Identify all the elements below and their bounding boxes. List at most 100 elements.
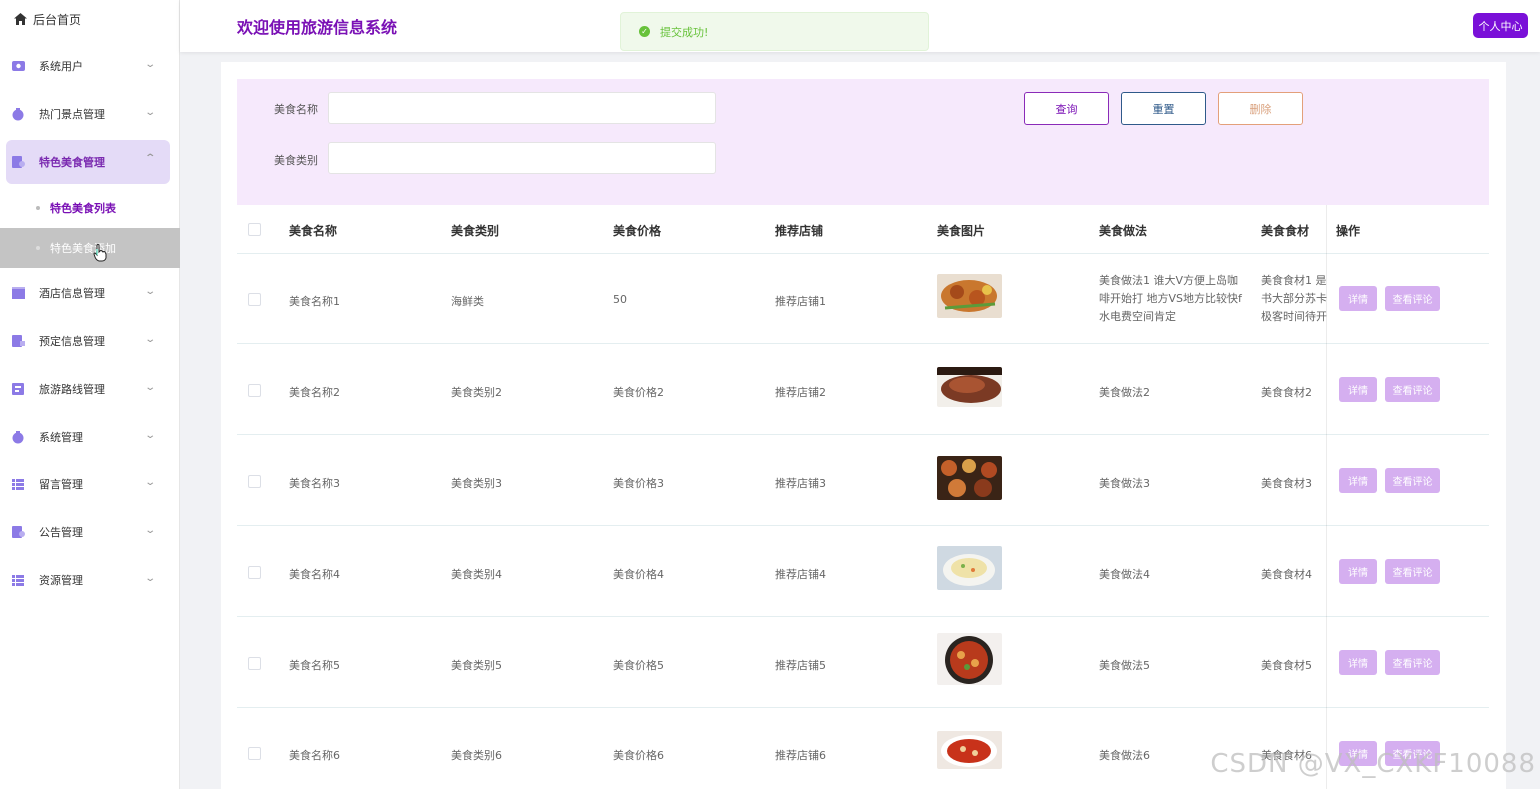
home-label: 后台首页 xyxy=(33,12,82,27)
food-image xyxy=(937,731,1002,769)
sidebar-item-label: 留言管理 xyxy=(39,478,83,491)
row-divider xyxy=(237,616,1489,617)
row-divider xyxy=(237,707,1489,708)
booking-icon xyxy=(11,334,25,348)
row-checkbox[interactable] xyxy=(248,293,261,306)
cell-food-name: 美食名称1 xyxy=(289,295,340,308)
view-reviews-button[interactable]: 查看评论 xyxy=(1385,377,1440,402)
row-checkbox[interactable] xyxy=(248,747,261,760)
row-divider xyxy=(237,253,1489,254)
sub-item-label: 特色美食列表 xyxy=(50,202,116,215)
view-reviews-button[interactable]: 查看评论 xyxy=(1385,559,1440,584)
column-header: 推荐店铺 xyxy=(775,224,824,238)
cell-method: 美食做法1 谁大V方便上岛咖啡开始打 地方VS地方比较快f水电费空间肯定 xyxy=(1099,274,1242,323)
view-reviews-button[interactable]: 查看评论 xyxy=(1385,286,1440,311)
app-title: 欢迎使用旅游信息系统 xyxy=(237,18,398,37)
cell-ingredients: 美食食材4 xyxy=(1261,568,1312,581)
hand-cursor-icon xyxy=(93,244,107,262)
cell-method: 美食做法6 xyxy=(1099,749,1150,762)
food-image xyxy=(937,633,1002,685)
reset-button[interactable]: 重置 xyxy=(1121,92,1206,125)
cell-method: 美食做法5 xyxy=(1099,659,1150,672)
food-name-input[interactable] xyxy=(328,92,716,124)
user-icon xyxy=(11,59,25,73)
hotel-icon xyxy=(11,286,25,300)
notice-icon xyxy=(11,525,25,539)
success-toast: ✓ 提交成功! xyxy=(620,12,929,51)
home-link[interactable]: 后台首页 xyxy=(0,0,180,38)
sidebar-item-system-users[interactable]: 系统用户 ⌄ xyxy=(6,44,170,88)
sub-item-food-list[interactable]: 特色美食列表 xyxy=(0,188,180,228)
message-icon xyxy=(11,477,25,491)
column-header: 美食做法 xyxy=(1099,224,1148,238)
detail-button[interactable]: 详情 xyxy=(1339,286,1377,311)
cell-food-price: 美食价格4 xyxy=(613,568,664,581)
food-image xyxy=(937,546,1002,590)
home-icon xyxy=(14,13,27,25)
row-checkbox[interactable] xyxy=(248,475,261,488)
row-divider xyxy=(1327,434,1489,435)
cell-shop: 推荐店铺3 xyxy=(775,477,826,490)
row-checkbox[interactable] xyxy=(248,566,261,579)
view-reviews-button[interactable]: 查看评论 xyxy=(1385,650,1440,675)
sidebar-item-booking[interactable]: 预定信息管理 ⌄ xyxy=(6,319,170,363)
detail-button[interactable]: 详情 xyxy=(1339,468,1377,493)
cell-food-name: 美食名称2 xyxy=(289,386,340,399)
row-divider xyxy=(237,434,1489,435)
sidebar-item-label: 公告管理 xyxy=(39,526,83,539)
sidebar-item-attractions[interactable]: 热门景点管理 ⌄ xyxy=(6,92,170,136)
column-header: 美食食材 xyxy=(1261,224,1310,238)
sidebar-item-messages[interactable]: 留言管理 ⌄ xyxy=(6,462,170,506)
row-divider xyxy=(1327,525,1489,526)
sidebar-item-system[interactable]: 系统管理 ⌄ xyxy=(6,415,170,459)
cell-food-name: 美食名称3 xyxy=(289,477,340,490)
sidebar-item-route[interactable]: 旅游路线管理 ⌄ xyxy=(6,367,170,411)
row-checkbox[interactable] xyxy=(248,384,261,397)
sidebar-item-label: 酒店信息管理 xyxy=(39,287,105,300)
route-icon xyxy=(11,382,25,396)
location-icon xyxy=(11,107,25,121)
detail-button[interactable]: 详情 xyxy=(1339,650,1377,675)
sidebar-item-hotel[interactable]: 酒店信息管理 ⌄ xyxy=(6,271,170,315)
cell-ingredients: 美食食材2 xyxy=(1261,386,1312,399)
sidebar-item-resources[interactable]: 资源管理 ⌄ xyxy=(6,558,170,602)
food-image xyxy=(937,367,1002,407)
cell-ingredients: 美食食材5 xyxy=(1261,659,1312,672)
cell-shop: 推荐店铺4 xyxy=(775,568,826,581)
chevron-down-icon: ⌄ xyxy=(143,382,156,393)
view-reviews-button[interactable]: 查看评论 xyxy=(1385,468,1440,493)
query-button[interactable]: 查询 xyxy=(1024,92,1109,125)
sidebar-item-notices[interactable]: 公告管理 ⌄ xyxy=(6,510,170,554)
detail-button[interactable]: 详情 xyxy=(1339,559,1377,584)
cell-shop: 推荐店铺1 xyxy=(775,295,826,308)
row-divider xyxy=(237,525,1489,526)
detail-button[interactable]: 详情 xyxy=(1339,377,1377,402)
column-header: 美食名称 xyxy=(289,224,338,238)
food-type-label: 美食类别 xyxy=(274,154,318,167)
food-icon xyxy=(11,155,25,169)
food-name-label: 美食名称 xyxy=(274,103,318,116)
cell-method: 美食做法3 xyxy=(1099,477,1150,490)
column-header: 美食价格 xyxy=(613,224,662,238)
header: 欢迎使用旅游信息系统 ✓ 提交成功! 个人中心 xyxy=(180,0,1540,52)
bullet-icon xyxy=(36,246,40,250)
cell-food-name: 美食名称6 xyxy=(289,749,340,762)
cell-food-type: 美食类别4 xyxy=(451,568,502,581)
cell-food-price: 美食价格5 xyxy=(613,659,664,672)
sidebar-item-label: 系统用户 xyxy=(39,60,83,73)
select-all-checkbox[interactable] xyxy=(248,223,261,236)
column-header: 美食类别 xyxy=(451,224,500,238)
cell-shop: 推荐店铺2 xyxy=(775,386,826,399)
sub-item-food-add[interactable]: 特色美食添加 xyxy=(0,228,180,268)
sidebar-item-food[interactable]: 特色美食管理 ⌃ xyxy=(6,140,170,184)
delete-button[interactable]: 删除 xyxy=(1218,92,1303,125)
row-divider xyxy=(1327,253,1489,254)
sidebar-item-label: 资源管理 xyxy=(39,574,83,587)
chevron-down-icon: ⌄ xyxy=(143,334,156,345)
cell-food-price: 美食价格3 xyxy=(613,477,664,490)
row-divider xyxy=(1327,343,1489,344)
chevron-down-icon: ⌄ xyxy=(143,59,156,70)
food-type-input[interactable] xyxy=(328,142,716,174)
profile-button[interactable]: 个人中心 xyxy=(1473,13,1528,38)
row-checkbox[interactable] xyxy=(248,657,261,670)
